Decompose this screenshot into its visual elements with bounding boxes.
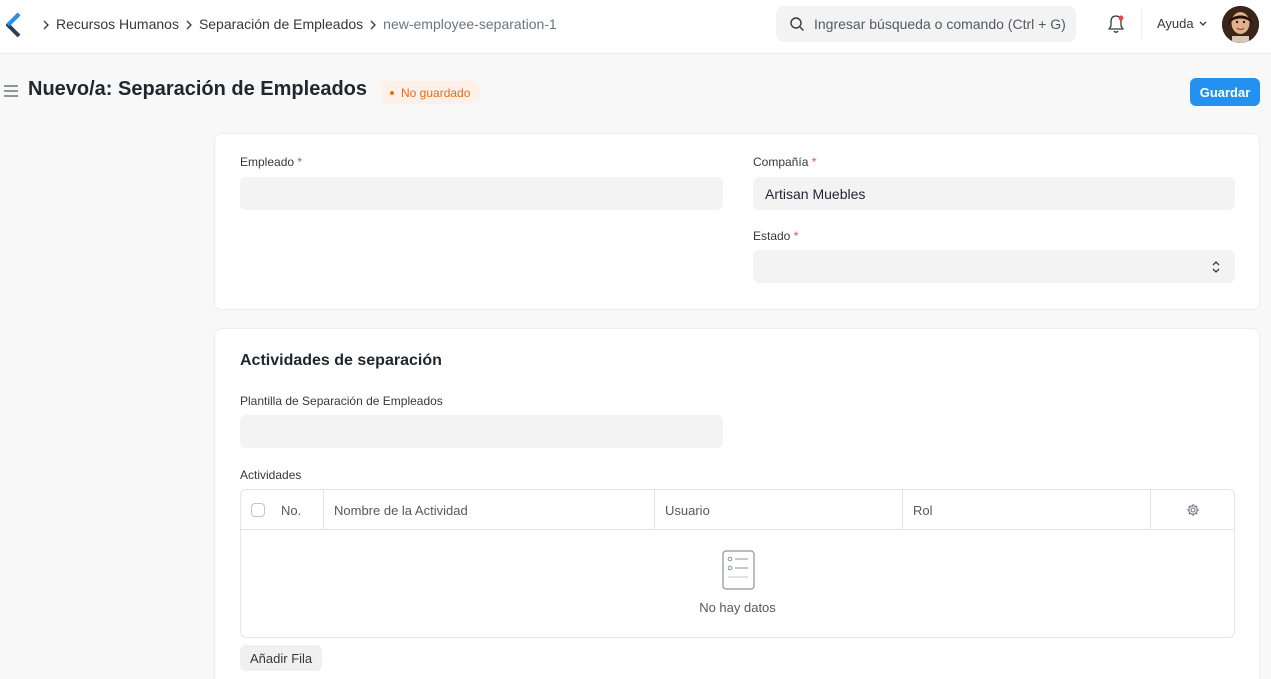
breadcrumb-item-hr[interactable]: Recursos Humanos [56, 16, 179, 32]
avatar[interactable] [1222, 6, 1259, 43]
company-field[interactable]: Artisan Muebles [753, 177, 1235, 210]
chevron-right-icon [179, 16, 199, 32]
empty-state-text: No hay datos [699, 600, 776, 615]
logo-icon[interactable] [4, 12, 22, 38]
menu-icon[interactable] [3, 84, 19, 98]
column-header-activity: Nombre de la Actividad [324, 490, 655, 530]
column-settings[interactable] [1151, 490, 1234, 530]
activities-table: No. Nombre de la Actividad Usuario Rol N… [240, 489, 1235, 638]
select-all-cell [241, 490, 271, 530]
navbar: Recursos Humanos Separación de Empleados… [0, 0, 1271, 54]
employee-label-text: Empleado [240, 155, 295, 169]
breadcrumb: Recursos Humanos Separación de Empleados… [36, 0, 557, 48]
required-mark: * [793, 229, 799, 243]
required-mark: * [297, 155, 303, 169]
status-label-text: Estado [753, 229, 791, 243]
breadcrumb-item-separation[interactable]: Separación de Empleados [199, 16, 363, 32]
empty-list-icon [722, 550, 755, 590]
template-label: Plantilla de Separación de Empleados [240, 394, 443, 408]
divider [1141, 10, 1142, 38]
status-dot [390, 90, 394, 95]
bell-icon[interactable] [1106, 13, 1126, 35]
status-badge-label: No guardado [401, 85, 471, 100]
gear-icon[interactable] [1186, 503, 1200, 517]
search-placeholder: Ingresar búsqueda o comando (Ctrl + G) [814, 16, 1066, 32]
template-field[interactable] [240, 415, 723, 448]
section-title: Actividades de separación [240, 352, 442, 369]
employee-label: Empleado * [240, 155, 302, 169]
search-icon [790, 17, 804, 31]
column-header-user: Usuario [655, 490, 903, 530]
company-label-text: Compañía [753, 155, 809, 169]
save-button[interactable]: Guardar [1190, 78, 1260, 106]
chevron-right-icon [36, 16, 56, 32]
table-header: No. Nombre de la Actividad Usuario Rol [241, 490, 1234, 530]
details-card: Empleado * Compañía * Artisan Muebles Es… [214, 133, 1260, 310]
activities-card: Actividades de separación Plantilla de S… [214, 328, 1260, 679]
status-select[interactable] [753, 250, 1235, 283]
search-input[interactable]: Ingresar búsqueda o comando (Ctrl + G) [776, 6, 1076, 42]
select-all-checkbox[interactable] [251, 503, 265, 517]
help-dropdown[interactable]: Ayuda [1157, 16, 1208, 31]
status-label: Estado * [753, 229, 798, 243]
required-mark: * [811, 155, 817, 169]
chevron-down-icon [1199, 21, 1207, 26]
column-header-no: No. [271, 490, 324, 530]
activities-label: Actividades [240, 468, 302, 482]
help-label: Ayuda [1157, 16, 1194, 31]
status-badge: No guardado [381, 81, 481, 104]
chevron-right-icon [363, 16, 383, 32]
breadcrumb-item-current[interactable]: new-employee-separation-1 [383, 16, 557, 32]
company-label: Compañía * [753, 155, 816, 169]
add-row-button[interactable]: Añadir Fila [240, 645, 323, 671]
page-title: Nuevo/a: Separación de Empleados [28, 78, 367, 100]
column-header-role: Rol [903, 490, 1151, 530]
employee-field[interactable] [240, 177, 723, 210]
select-arrows-icon [1212, 261, 1220, 273]
